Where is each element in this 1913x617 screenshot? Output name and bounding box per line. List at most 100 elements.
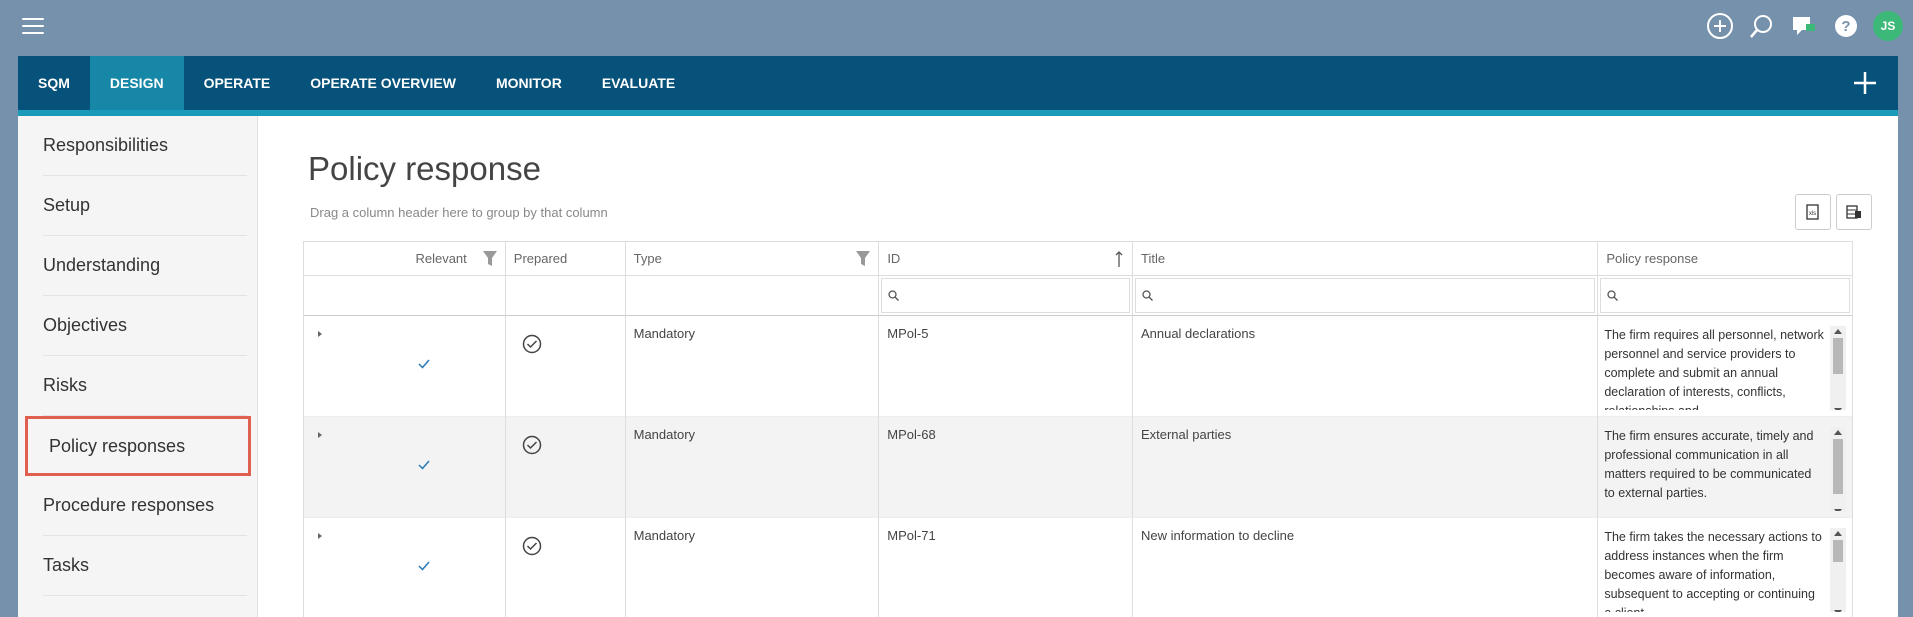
- filter-cell-relevant: [304, 276, 506, 316]
- title-cell: New information to decline: [1133, 518, 1599, 617]
- policy-response-filter-box: [1600, 278, 1850, 313]
- grid-header-row: Relevant Prepared Type ID Title Policy r…: [304, 242, 1852, 276]
- sidebar-item-policy-responses[interactable]: Policy responses: [25, 416, 251, 476]
- tab-evaluate[interactable]: EVALUATE: [582, 56, 695, 110]
- table-row[interactable]: Mandatory MPol-71 New information to dec…: [304, 518, 1852, 617]
- type-cell: Mandatory: [625, 316, 880, 417]
- export-icon: xls: [1806, 204, 1819, 220]
- prepared-cell: [505, 316, 626, 417]
- relevant-cell: [304, 316, 506, 417]
- type-cell: Mandatory: [626, 518, 880, 617]
- id-cell: MPol-71: [879, 518, 1133, 617]
- plus-circle-icon[interactable]: [1705, 11, 1735, 41]
- policy-response-text: The firm takes the necessary actions to …: [1604, 530, 1822, 612]
- group-by-drop-zone[interactable]: Drag a column header here to group by th…: [310, 205, 608, 220]
- policy-response-filter-input[interactable]: [1618, 279, 1849, 312]
- prepared-check-circle-icon: [522, 334, 541, 354]
- scrollbar[interactable]: [1830, 528, 1846, 612]
- sidebar-item-procedure-responses[interactable]: Procedure responses: [43, 476, 247, 536]
- policy-response-cell: The firm ensures accurate, timely and pr…: [1598, 417, 1852, 518]
- policy-response-scroll-area: The firm ensures accurate, timely and pr…: [1604, 427, 1846, 511]
- column-header-label: Prepared: [513, 251, 568, 266]
- column-header-label: Relevant: [415, 251, 467, 266]
- search-icon: [888, 290, 900, 301]
- scrollbar[interactable]: [1830, 427, 1846, 511]
- export-button[interactable]: xls: [1795, 194, 1831, 230]
- main-card: SQM DESIGN OPERATE OPERATE OVERVIEW MONI…: [18, 56, 1898, 617]
- prepared-check-circle-icon: [522, 536, 541, 556]
- relevant-check-icon: [418, 460, 430, 470]
- title-filter-input[interactable]: [1152, 279, 1595, 312]
- column-header-label: ID: [887, 251, 901, 266]
- sidebar-item-understanding[interactable]: Understanding: [43, 236, 247, 296]
- sidebar-item-tasks[interactable]: Tasks: [43, 536, 247, 596]
- id-filter-box: [881, 278, 1130, 313]
- type-cell: Mandatory: [625, 417, 880, 518]
- sidebar-item-objectives[interactable]: Objectives: [43, 296, 247, 356]
- filter-funnel-icon[interactable]: [856, 251, 871, 267]
- page-title: Policy response: [308, 150, 541, 187]
- tab-design[interactable]: DESIGN: [89, 56, 184, 110]
- search-icon[interactable]: [1747, 11, 1777, 41]
- relevant-cell: [304, 518, 506, 617]
- add-tab-plus-icon[interactable]: [1850, 68, 1880, 98]
- column-chooser-icon: [1846, 205, 1861, 219]
- avatar[interactable]: JS: [1873, 11, 1903, 41]
- expand-row-icon[interactable]: [316, 532, 324, 540]
- tab-sqm[interactable]: SQM: [18, 56, 90, 110]
- column-header-label: Policy response: [1606, 251, 1699, 266]
- column-header-policy-response[interactable]: Policy response: [1598, 242, 1852, 276]
- expand-row-icon[interactable]: [316, 431, 324, 439]
- tab-operate[interactable]: OPERATE: [184, 56, 291, 110]
- tab-operate-overview[interactable]: OPERATE OVERVIEW: [290, 56, 476, 110]
- relevant-cell: [304, 417, 506, 518]
- policy-response-cell: The firm requires all personnel, network…: [1598, 316, 1852, 417]
- column-chooser-button[interactable]: [1836, 194, 1872, 230]
- filter-cell-policy-response: [1598, 276, 1852, 316]
- column-header-label: Type: [633, 251, 662, 266]
- sidebar-item-responsibilities[interactable]: Responsibilities: [43, 116, 247, 176]
- column-header-type[interactable]: Type: [625, 242, 880, 276]
- prepared-cell: [506, 518, 626, 617]
- relevant-check-icon: [418, 359, 430, 369]
- title-cell: Annual declarations: [1132, 316, 1599, 417]
- top-icons: ? JS: [1705, 11, 1903, 41]
- policy-response-grid: Relevant Prepared Type ID Title Policy r…: [303, 241, 1853, 617]
- column-header-prepared[interactable]: Prepared: [505, 242, 626, 276]
- policy-response-text: The firm ensures accurate, timely and pr…: [1604, 429, 1814, 500]
- title-filter-box: [1134, 278, 1596, 313]
- column-header-label: Title: [1140, 251, 1166, 266]
- filter-cell-id: [879, 276, 1133, 316]
- column-header-relevant[interactable]: Relevant: [304, 242, 506, 276]
- table-row[interactable]: Mandatory MPol-5 Annual declarations The…: [304, 316, 1852, 417]
- chat-icon[interactable]: [1789, 11, 1819, 41]
- table-row[interactable]: Mandatory MPol-68 External parties The f…: [304, 417, 1852, 518]
- tab-monitor[interactable]: MONITOR: [476, 56, 582, 110]
- policy-response-cell: The firm takes the necessary actions to …: [1598, 518, 1852, 617]
- prepared-check-circle-icon: [522, 435, 541, 455]
- column-header-title[interactable]: Title: [1132, 242, 1599, 276]
- grid-filter-row: [304, 276, 1852, 316]
- expand-row-icon[interactable]: [316, 330, 324, 338]
- search-icon: [1142, 290, 1153, 301]
- id-cell: MPol-68: [879, 417, 1133, 518]
- scrollbar[interactable]: [1830, 326, 1846, 410]
- main-nav: SQM DESIGN OPERATE OPERATE OVERVIEW MONI…: [18, 56, 1898, 110]
- filter-funnel-icon[interactable]: [482, 251, 497, 267]
- help-icon[interactable]: ?: [1831, 11, 1861, 41]
- svg-text:xls: xls: [1809, 211, 1816, 217]
- policy-response-text: The firm requires all personnel, network…: [1604, 328, 1824, 410]
- relevant-check-icon: [418, 561, 430, 571]
- hamburger-menu-icon[interactable]: [22, 18, 44, 34]
- column-header-id[interactable]: ID: [879, 242, 1133, 276]
- filter-cell-prepared: [505, 276, 626, 316]
- prepared-cell: [505, 417, 626, 518]
- filter-cell-type: [625, 276, 880, 316]
- sidebar-item-risks[interactable]: Risks: [43, 356, 247, 416]
- sidebar: Responsibilities Setup Understanding Obj…: [18, 116, 258, 617]
- title-cell: External parties: [1132, 417, 1599, 518]
- search-icon: [1607, 290, 1619, 301]
- svg-text:?: ?: [1841, 18, 1850, 35]
- id-filter-input[interactable]: [899, 279, 1129, 312]
- sidebar-item-setup[interactable]: Setup: [43, 176, 247, 236]
